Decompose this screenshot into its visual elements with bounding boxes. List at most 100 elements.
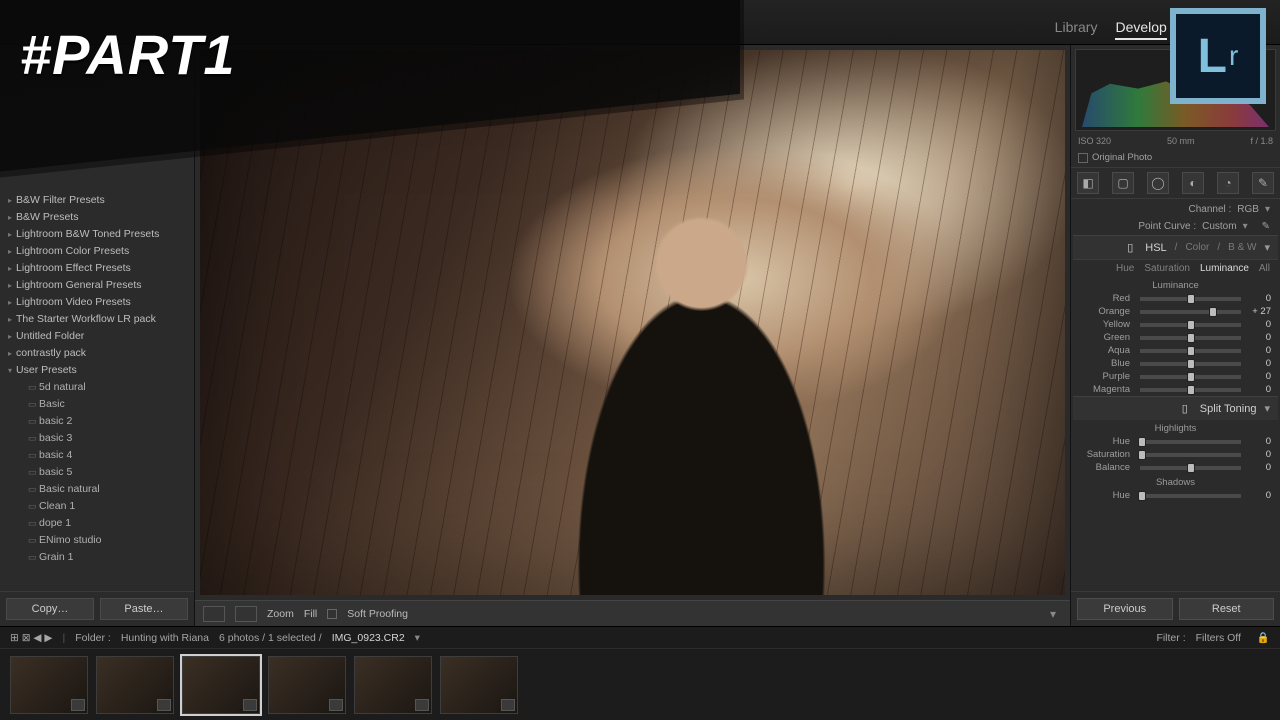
- reset-button[interactable]: Reset: [1179, 598, 1275, 620]
- luminance-slider-track[interactable]: [1140, 336, 1241, 340]
- luminance-slider-value[interactable]: 0: [1245, 332, 1271, 343]
- grid-nav-icons[interactable]: ⊞ ⊠ ◀ ▶: [10, 632, 53, 644]
- split-slider-thumb[interactable]: [1138, 491, 1146, 501]
- paste-button[interactable]: Paste…: [100, 598, 188, 620]
- luminance-slider-value[interactable]: 0: [1245, 371, 1271, 382]
- filmstrip-thumb[interactable]: [10, 656, 88, 714]
- luminance-slider-value[interactable]: + 27: [1245, 306, 1271, 317]
- hsl-tab-hue[interactable]: Hue: [1116, 263, 1134, 274]
- split-slider-thumb[interactable]: [1138, 437, 1146, 447]
- local-tool-icon[interactable]: ◯: [1147, 172, 1169, 194]
- luminance-slider-thumb[interactable]: [1187, 320, 1195, 330]
- preset-group[interactable]: B&W Filter Presets: [4, 192, 190, 209]
- preset-group[interactable]: contrastly pack: [4, 345, 190, 362]
- luminance-slider-value[interactable]: 0: [1245, 293, 1271, 304]
- preset-item[interactable]: 5d natural: [4, 379, 190, 396]
- luminance-slider-track[interactable]: [1140, 310, 1241, 314]
- split-slider-value[interactable]: 0: [1245, 449, 1271, 460]
- luminance-slider-value[interactable]: 0: [1245, 319, 1271, 330]
- preset-group[interactable]: Lightroom Color Presets: [4, 243, 190, 260]
- luminance-slider-thumb[interactable]: [1209, 307, 1217, 317]
- split-slider-value[interactable]: 0: [1245, 436, 1271, 447]
- current-filename: IMG_0923.CR2: [332, 632, 405, 644]
- luminance-slider-thumb[interactable]: [1187, 294, 1195, 304]
- image-canvas[interactable]: [195, 45, 1070, 600]
- local-tool-icon[interactable]: ✎: [1252, 172, 1274, 194]
- luminance-slider-track[interactable]: [1140, 388, 1241, 392]
- split-slider-track[interactable]: [1140, 440, 1241, 444]
- luminance-slider-track[interactable]: [1140, 323, 1241, 327]
- preset-item[interactable]: Basic: [4, 396, 190, 413]
- presets-list[interactable]: B&W Filter PresetsB&W PresetsLightroom B…: [0, 190, 194, 591]
- local-tool-icon[interactable]: ◐: [1182, 172, 1204, 194]
- loupe-view-icon[interactable]: [203, 606, 225, 622]
- copy-button[interactable]: Copy…: [6, 598, 94, 620]
- preset-group[interactable]: The Starter Workflow LR pack: [4, 311, 190, 328]
- preset-item[interactable]: ENimo studio: [4, 532, 190, 549]
- split-slider-value[interactable]: 0: [1245, 490, 1271, 501]
- preset-group[interactable]: Untitled Folder: [4, 328, 190, 345]
- channel-select[interactable]: RGB: [1237, 204, 1259, 215]
- filmstrip-thumb[interactable]: [354, 656, 432, 714]
- filmstrip-thumb[interactable]: [96, 656, 174, 714]
- luminance-slider-thumb[interactable]: [1187, 385, 1195, 395]
- split-slider-thumb[interactable]: [1138, 450, 1146, 460]
- preset-group[interactable]: Lightroom B&W Toned Presets: [4, 226, 190, 243]
- split-slider-track[interactable]: [1140, 494, 1241, 498]
- local-tool-icon[interactable]: ◔: [1217, 172, 1239, 194]
- split-slider-value[interactable]: 0: [1245, 462, 1271, 473]
- hsl-section-header[interactable]: ▯ HSL /Color /B & W ▾: [1073, 235, 1278, 259]
- preset-group[interactable]: Lightroom Video Presets: [4, 294, 190, 311]
- luminance-slider-thumb[interactable]: [1187, 333, 1195, 343]
- filmstrip-thumb[interactable]: [268, 656, 346, 714]
- split-slider-thumb[interactable]: [1187, 463, 1195, 473]
- luminance-slider-row: Aqua0: [1073, 344, 1278, 357]
- fill-label[interactable]: Fill: [304, 608, 317, 620]
- filter-lock-icon[interactable]: 🔒: [1257, 631, 1270, 644]
- folder-name[interactable]: Hunting with Riana: [121, 632, 209, 644]
- local-tool-icon[interactable]: ▢: [1112, 172, 1134, 194]
- preset-group[interactable]: Lightroom General Presets: [4, 277, 190, 294]
- luminance-slider-track[interactable]: [1140, 375, 1241, 379]
- luminance-slider-track[interactable]: [1140, 362, 1241, 366]
- split-toning-header[interactable]: ▯ Split Toning ▾: [1073, 396, 1278, 420]
- filmstrip-thumb[interactable]: [440, 656, 518, 714]
- hsl-tab-all[interactable]: All: [1259, 263, 1270, 274]
- compare-view-icon[interactable]: [235, 606, 257, 622]
- previous-button[interactable]: Previous: [1077, 598, 1173, 620]
- filmstrip-thumb[interactable]: [182, 656, 260, 714]
- preset-group-user[interactable]: User Presets: [4, 362, 190, 379]
- split-slider-track[interactable]: [1140, 453, 1241, 457]
- luminance-slider-track[interactable]: [1140, 349, 1241, 353]
- module-tab-develop[interactable]: Develop: [1115, 19, 1166, 40]
- luminance-slider-value[interactable]: 0: [1245, 345, 1271, 356]
- luminance-slider-value[interactable]: 0: [1245, 358, 1271, 369]
- luminance-slider-thumb[interactable]: [1187, 359, 1195, 369]
- preset-group[interactable]: Lightroom Effect Presets: [4, 260, 190, 277]
- preset-item[interactable]: basic 2: [4, 413, 190, 430]
- preset-item[interactable]: Basic natural: [4, 481, 190, 498]
- toolbar-dropdown-icon[interactable]: ▾: [1044, 607, 1062, 621]
- luminance-slider-thumb[interactable]: [1187, 346, 1195, 356]
- hsl-tab-luminance[interactable]: Luminance: [1200, 263, 1249, 274]
- preset-item[interactable]: basic 3: [4, 430, 190, 447]
- hsl-tab-saturation[interactable]: Saturation: [1144, 263, 1190, 274]
- module-tab-library[interactable]: Library: [1055, 19, 1098, 40]
- preset-item[interactable]: Grain 1: [4, 549, 190, 566]
- preset-item[interactable]: basic 4: [4, 447, 190, 464]
- preset-group[interactable]: B&W Presets: [4, 209, 190, 226]
- preset-item[interactable]: basic 5: [4, 464, 190, 481]
- original-photo-checkbox[interactable]: [1078, 153, 1088, 163]
- point-curve-select[interactable]: Custom: [1202, 221, 1236, 232]
- soft-proof-checkbox[interactable]: [327, 609, 337, 619]
- local-tool-icon[interactable]: ◧: [1077, 172, 1099, 194]
- luminance-slider-thumb[interactable]: [1187, 372, 1195, 382]
- filter-select[interactable]: Filters Off: [1196, 632, 1241, 644]
- preset-item[interactable]: dope 1: [4, 515, 190, 532]
- curve-edit-icon[interactable]: ✎: [1262, 221, 1270, 232]
- split-slider-track[interactable]: [1140, 466, 1241, 470]
- luminance-slider-track[interactable]: [1140, 297, 1241, 301]
- luminance-slider-label: Blue: [1080, 358, 1136, 369]
- preset-item[interactable]: Clean 1: [4, 498, 190, 515]
- luminance-slider-value[interactable]: 0: [1245, 384, 1271, 395]
